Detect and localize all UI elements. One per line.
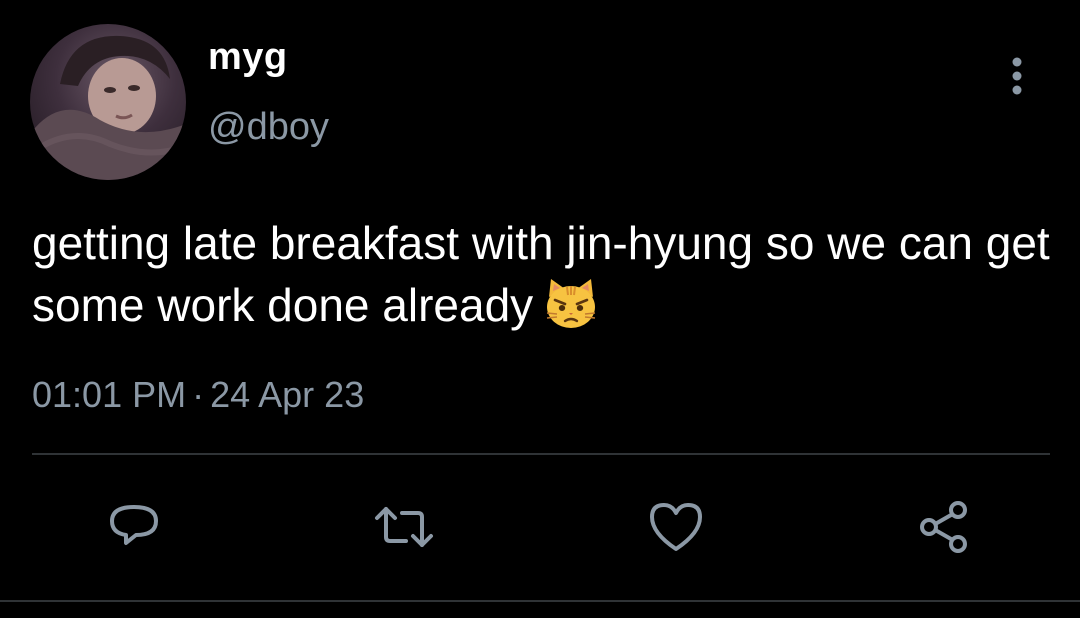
- share-button[interactable]: [910, 495, 978, 563]
- tweet-card: myg @dboy getting late breakfast with ji…: [0, 0, 1080, 618]
- tweet-date: 24 Apr 23: [210, 374, 365, 415]
- heart-icon: [646, 497, 706, 562]
- like-button[interactable]: [642, 495, 710, 563]
- avatar[interactable]: [30, 24, 186, 180]
- tweet-time: 01:01 PM: [32, 374, 187, 415]
- tweet-text-container: getting late breakfast with jin-hyung so…: [32, 212, 1062, 336]
- display-name[interactable]: myg: [208, 36, 288, 79]
- share-icon: [914, 497, 974, 562]
- divider: [32, 453, 1050, 455]
- tweet-text: getting late breakfast with jin-hyung so…: [32, 217, 1050, 331]
- bottom-divider: [0, 600, 1080, 602]
- pouting-cat-emoji-icon: [543, 275, 599, 331]
- more-vertical-icon[interactable]: [1002, 56, 1032, 96]
- timestamp-separator: ·: [192, 374, 205, 415]
- user-handle[interactable]: @dboy: [208, 106, 329, 149]
- reply-button[interactable]: [100, 495, 168, 563]
- reply-icon: [104, 497, 164, 562]
- retweet-icon: [372, 497, 436, 562]
- tweet-timestamp[interactable]: 01:01 PM · 24 Apr 23: [32, 374, 364, 416]
- retweet-button[interactable]: [370, 495, 438, 563]
